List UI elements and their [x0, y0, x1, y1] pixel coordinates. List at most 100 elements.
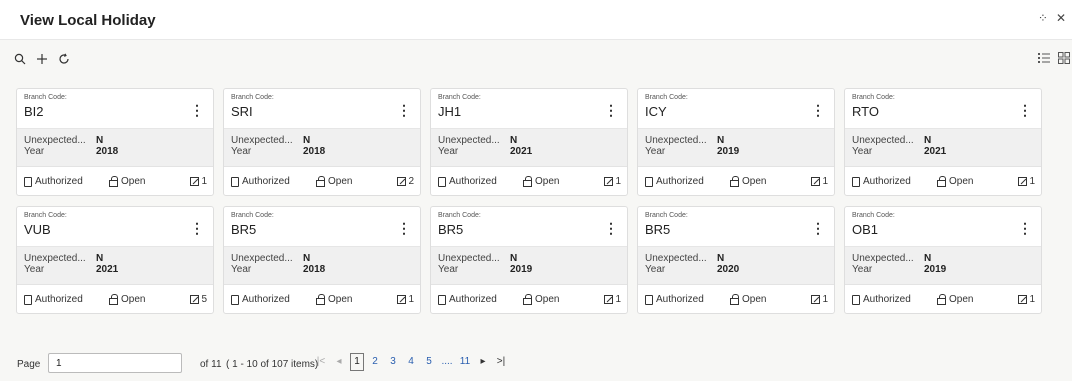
kebab-menu-icon[interactable]: ⋮	[397, 103, 411, 117]
page-count: of 11	[200, 359, 222, 370]
open-status: Open	[937, 175, 973, 187]
unexpected-value: N	[510, 253, 518, 264]
unlock-icon	[109, 293, 118, 305]
close-icon[interactable]: ✕	[1056, 12, 1066, 24]
open-label: Open	[535, 176, 560, 187]
kebab-menu-icon[interactable]: ⋮	[811, 103, 825, 117]
authorized-label: Authorized	[449, 176, 497, 187]
unexpected-label: Unexpected...	[231, 135, 293, 146]
refresh-icon[interactable]	[58, 52, 70, 68]
kebab-menu-icon[interactable]: ⋮	[811, 221, 825, 235]
open-status: Open	[523, 293, 559, 305]
branch-code-value: VUB	[24, 222, 51, 237]
holiday-card[interactable]: Branch Code: JH1 ⋮ Unexpected... N Year …	[430, 88, 628, 196]
edit-count: 5	[190, 294, 207, 305]
branch-code-value: ICY	[645, 104, 667, 119]
branch-code-label: Branch Code:	[231, 212, 274, 219]
authorized-label: Authorized	[656, 176, 704, 187]
first-page-icon[interactable]: |<	[314, 353, 328, 371]
edit-count-value: 1	[1029, 176, 1035, 187]
toolbar	[14, 52, 70, 68]
edit-count-value: 1	[615, 176, 621, 187]
unexpected-label: Unexpected...	[438, 135, 500, 146]
unexpected-label: Unexpected...	[852, 253, 914, 264]
unexpected-label: Unexpected...	[438, 253, 500, 264]
document-icon	[24, 294, 32, 305]
edit-count: 1	[1018, 176, 1035, 187]
search-icon[interactable]	[14, 52, 26, 68]
unexpected-value: N	[924, 135, 932, 146]
document-icon	[438, 294, 446, 305]
collapse-icon[interactable]: ⁘	[1038, 12, 1048, 24]
document-icon	[852, 176, 860, 187]
unlock-icon	[523, 175, 532, 187]
kebab-menu-icon[interactable]: ⋮	[397, 221, 411, 235]
authorized-label: Authorized	[656, 294, 704, 305]
holiday-card[interactable]: Branch Code: ICY ⋮ Unexpected... N Year …	[637, 88, 835, 196]
branch-code-value: BI2	[24, 104, 44, 119]
open-status: Open	[109, 293, 145, 305]
edit-icon	[190, 177, 200, 186]
unlock-icon	[316, 175, 325, 187]
edit-count-value: 1	[1029, 294, 1035, 305]
authorized-status: Authorized	[852, 176, 911, 187]
page-link[interactable]: 5	[422, 353, 436, 371]
branch-code-label: Branch Code:	[852, 94, 895, 101]
unlock-icon	[109, 175, 118, 187]
kebab-menu-icon[interactable]: ⋮	[604, 103, 618, 117]
unexpected-value: N	[303, 253, 311, 264]
authorized-label: Authorized	[449, 294, 497, 305]
document-icon	[438, 176, 446, 187]
page-link[interactable]: 1	[350, 353, 364, 371]
kebab-menu-icon[interactable]: ⋮	[1018, 103, 1032, 117]
edit-count: 1	[1018, 294, 1035, 305]
grid-view-icon[interactable]	[1058, 52, 1070, 67]
last-page-icon[interactable]: >|	[494, 353, 508, 371]
unexpected-label: Unexpected...	[231, 253, 293, 264]
holiday-card[interactable]: Branch Code: BI2 ⋮ Unexpected... N Year …	[16, 88, 214, 196]
edit-count-value: 1	[822, 176, 828, 187]
page-link[interactable]: 2	[368, 353, 382, 371]
holiday-card[interactable]: Branch Code: VUB ⋮ Unexpected... N Year …	[16, 206, 214, 314]
prev-page-icon[interactable]: ◂	[332, 353, 346, 371]
holiday-card[interactable]: Branch Code: BR5 ⋮ Unexpected... N Year …	[223, 206, 421, 314]
unexpected-value: N	[717, 135, 725, 146]
list-view-icon[interactable]	[1038, 52, 1050, 67]
kebab-menu-icon[interactable]: ⋮	[1018, 221, 1032, 235]
branch-code-value: SRI	[231, 104, 253, 119]
edit-count-value: 1	[201, 176, 207, 187]
open-label: Open	[742, 176, 767, 187]
page-ellipsis[interactable]: ....	[440, 353, 454, 371]
kebab-menu-icon[interactable]: ⋮	[190, 103, 204, 117]
edit-count-value: 1	[615, 294, 621, 305]
kebab-menu-icon[interactable]: ⋮	[604, 221, 618, 235]
open-status: Open	[937, 293, 973, 305]
add-icon[interactable]	[36, 52, 48, 68]
authorized-label: Authorized	[242, 294, 290, 305]
unlock-icon	[730, 293, 739, 305]
year-value: 2021	[96, 264, 119, 275]
year-value: 2019	[717, 146, 740, 157]
page-link[interactable]: 4	[404, 353, 418, 371]
page-number-input[interactable]	[48, 353, 182, 373]
next-page-icon[interactable]: ▸	[476, 353, 490, 371]
branch-code-label: Branch Code:	[852, 212, 895, 219]
page-link[interactable]: 11	[458, 353, 472, 371]
unexpected-value: N	[96, 135, 104, 146]
branch-code-label: Branch Code:	[645, 212, 688, 219]
holiday-card[interactable]: Branch Code: OB1 ⋮ Unexpected... N Year …	[844, 206, 1042, 314]
unexpected-label: Unexpected...	[645, 135, 707, 146]
holiday-card[interactable]: Branch Code: SRI ⋮ Unexpected... N Year …	[223, 88, 421, 196]
edit-icon	[1018, 295, 1028, 304]
branch-code-label: Branch Code:	[231, 94, 274, 101]
unlock-icon	[937, 175, 946, 187]
page-link[interactable]: 3	[386, 353, 400, 371]
holiday-card[interactable]: Branch Code: BR5 ⋮ Unexpected... N Year …	[430, 206, 628, 314]
edit-count: 1	[811, 176, 828, 187]
year-label: Year	[24, 146, 45, 157]
document-icon	[24, 176, 32, 187]
open-label: Open	[742, 294, 767, 305]
holiday-card[interactable]: Branch Code: BR5 ⋮ Unexpected... N Year …	[637, 206, 835, 314]
holiday-card[interactable]: Branch Code: RTO ⋮ Unexpected... N Year …	[844, 88, 1042, 196]
kebab-menu-icon[interactable]: ⋮	[190, 221, 204, 235]
